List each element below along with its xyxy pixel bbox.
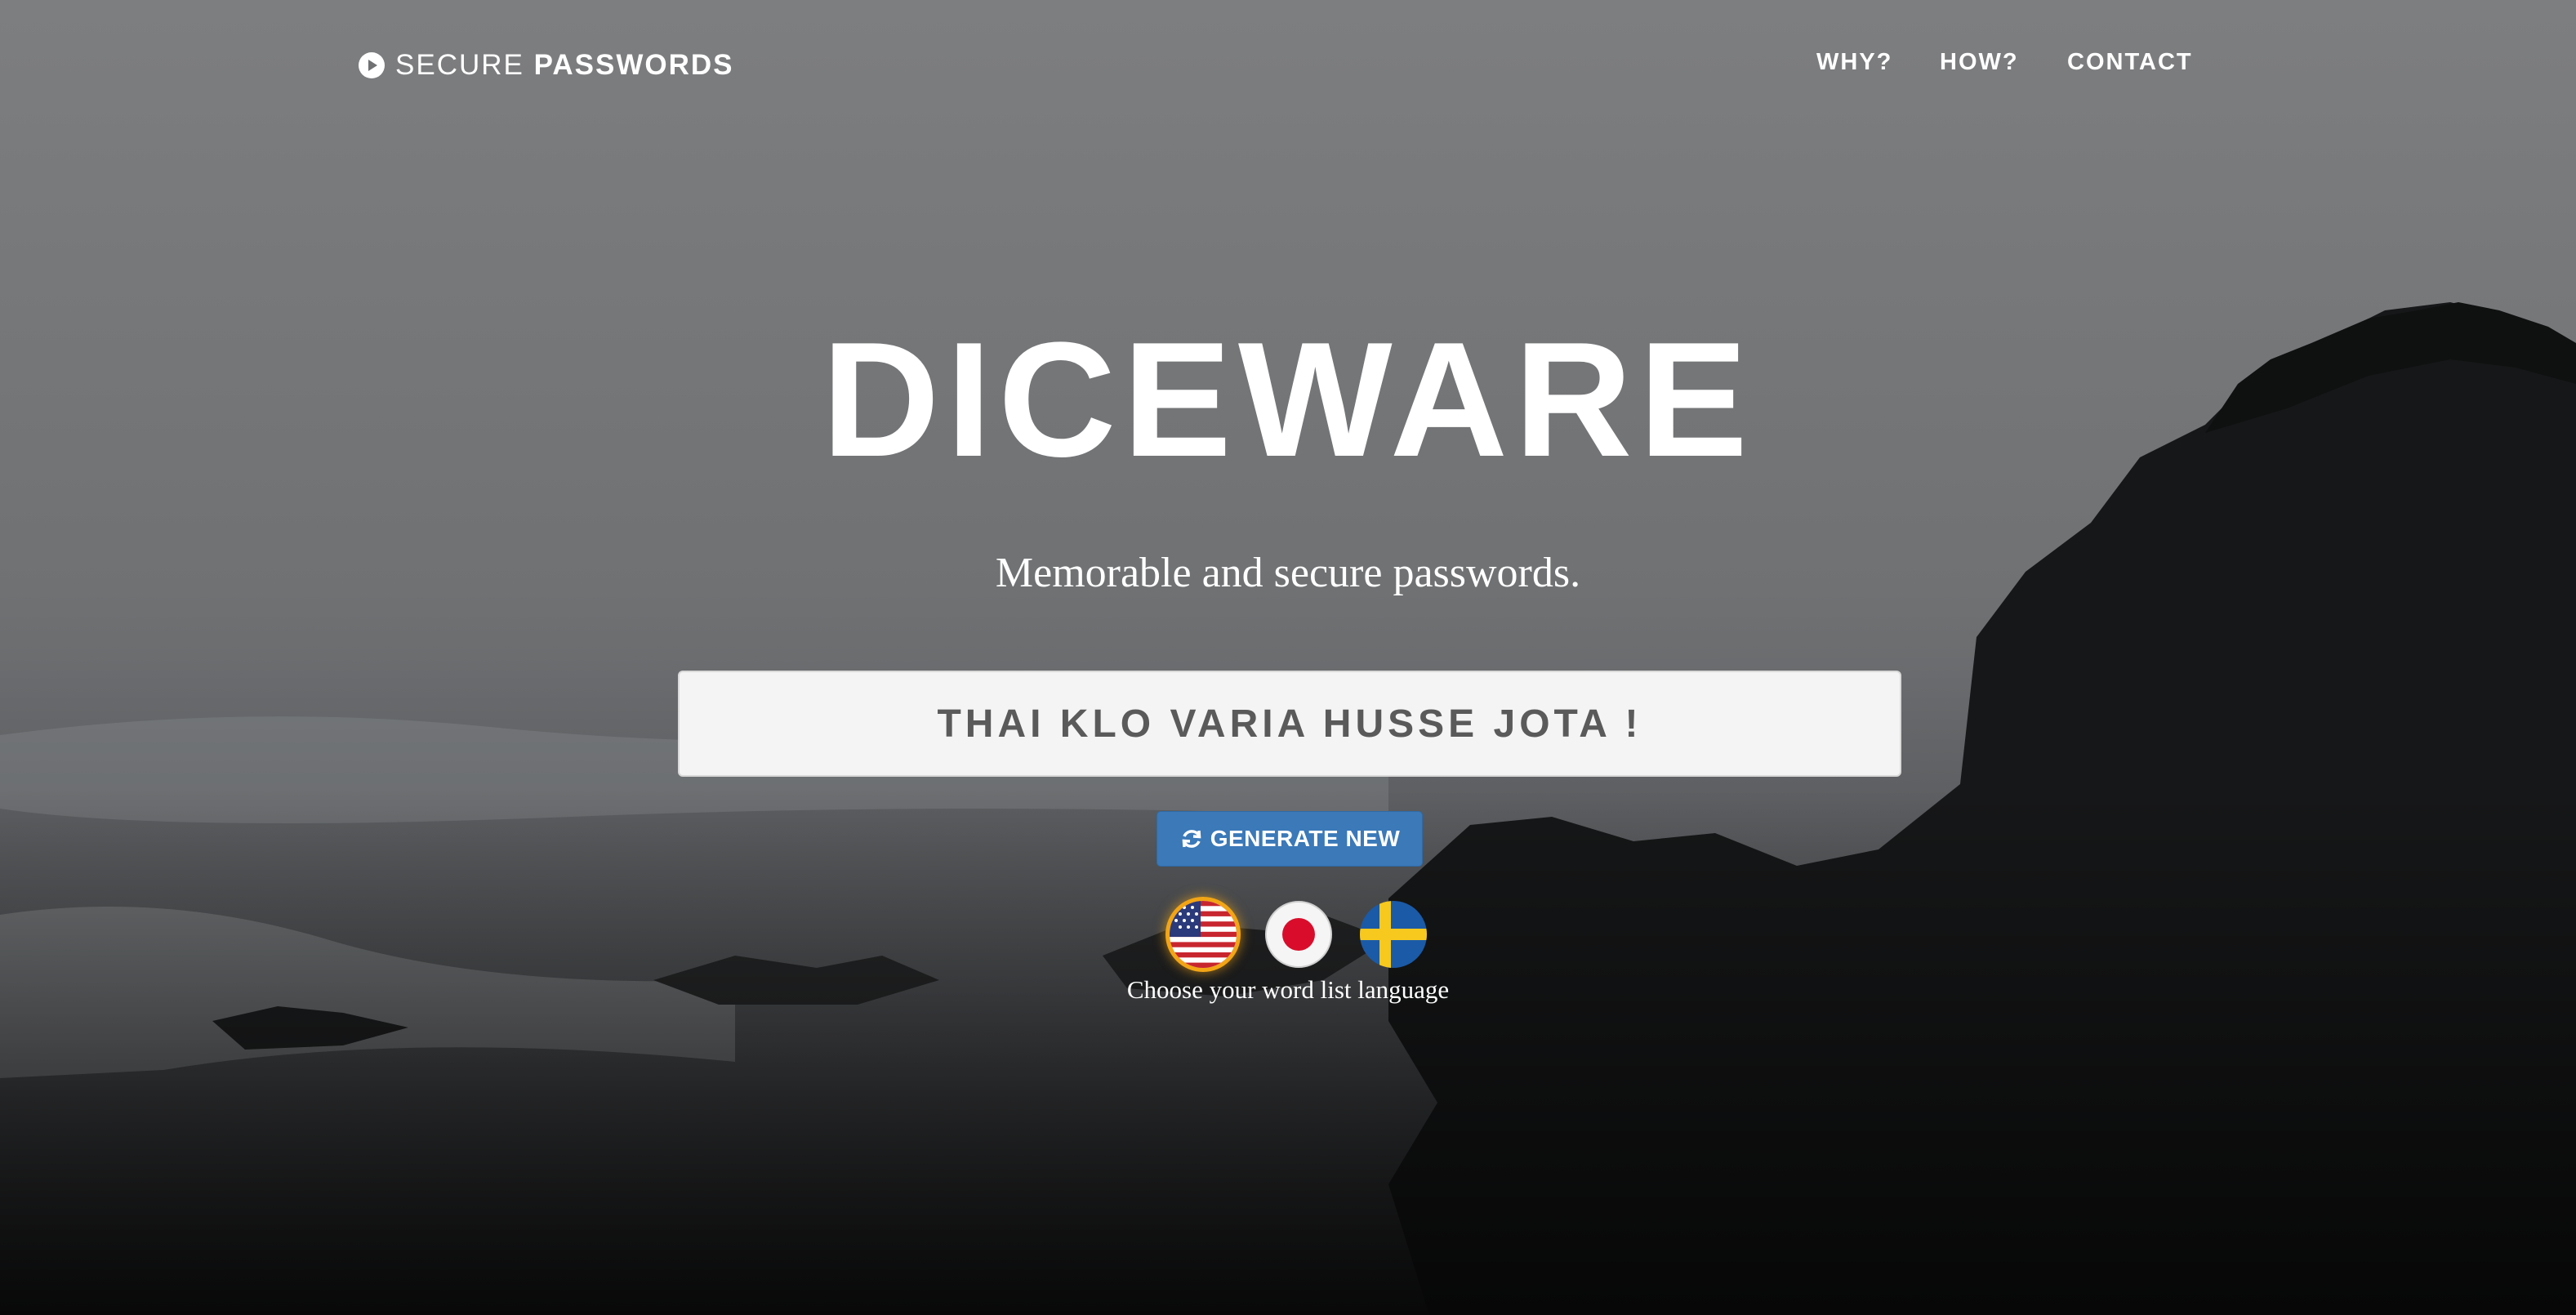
refresh-icon xyxy=(1182,830,1201,848)
nav-link-contact[interactable]: CONTACT xyxy=(2067,49,2193,76)
generated-password[interactable]: THAI KLO VARIA HUSSE JOTA ! xyxy=(937,702,1642,747)
sweden-flag-icon[interactable] xyxy=(1360,901,1427,968)
brand-text-bold: PASSWORDS xyxy=(533,49,734,81)
hero-title: DICEWARE xyxy=(822,309,1754,491)
generate-new-button[interactable]: GENERATE NEW xyxy=(1157,811,1423,867)
brand-text: SECURE PASSWORDS xyxy=(395,49,733,82)
nav-link-how[interactable]: HOW? xyxy=(1940,49,2019,76)
language-label: Choose your word list language xyxy=(1126,975,1450,1004)
hero-tagline: Memorable and secure passwords. xyxy=(995,550,1581,596)
password-display[interactable]: THAI KLO VARIA HUSSE JOTA ! xyxy=(678,671,1901,777)
background-image xyxy=(0,0,2576,1315)
us-flag-icon[interactable] xyxy=(1170,901,1237,968)
top-navbar: SECURE PASSWORDS WHY? HOW? CONTACT xyxy=(0,0,2576,131)
nav-link-why[interactable]: WHY? xyxy=(1816,49,1892,76)
brand-text-light: SECURE xyxy=(395,49,524,81)
play-circle-icon xyxy=(359,52,385,78)
generate-new-label: GENERATE NEW xyxy=(1210,826,1401,851)
brand-logo[interactable]: SECURE PASSWORDS xyxy=(358,46,733,85)
japan-flag-icon[interactable] xyxy=(1265,901,1332,968)
